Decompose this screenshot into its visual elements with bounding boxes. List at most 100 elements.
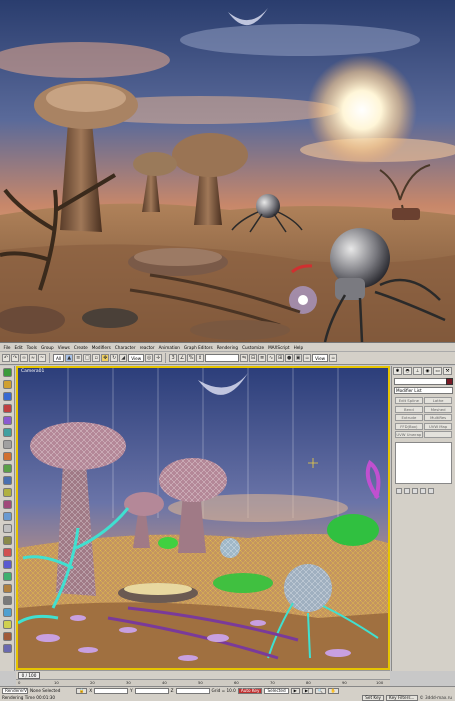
modifier-button[interactable]: MultiRes	[424, 414, 452, 421]
object-name-field[interactable]	[394, 378, 453, 385]
tool-icon[interactable]	[3, 644, 12, 653]
modifier-button[interactable]: Extrude	[395, 414, 423, 421]
menu-help[interactable]: Help	[292, 345, 305, 350]
menu-reactor[interactable]: reactor	[138, 345, 156, 350]
tool-icon[interactable]	[3, 368, 12, 377]
link-icon[interactable]: ∞	[20, 354, 28, 362]
next-frame-icon[interactable]: ▶|	[302, 688, 313, 694]
selection-filter-dropdown[interactable]: All	[53, 354, 64, 362]
pan-icon[interactable]: ✋	[328, 688, 339, 694]
window-crossing-icon[interactable]: ▫	[92, 354, 100, 362]
maxscript-listener[interactable]: RendererV	[2, 688, 28, 694]
configure-sets-icon[interactable]	[428, 488, 434, 494]
move-icon[interactable]: ✥	[101, 354, 109, 362]
tool-icon[interactable]	[3, 536, 12, 545]
modifier-list-dropdown[interactable]: Modifier List	[394, 387, 453, 394]
material-editor-icon[interactable]: ●	[285, 354, 293, 362]
mirror-icon[interactable]: ⇋	[240, 354, 248, 362]
curve-editor-icon[interactable]: ∿	[267, 354, 275, 362]
viewport-dropdown[interactable]: View	[312, 354, 328, 362]
camera-viewport[interactable]: Camera01	[16, 366, 390, 670]
menu-group[interactable]: Group	[39, 345, 55, 350]
reference-coord-dropdown[interactable]: View	[128, 354, 144, 362]
render-last-icon[interactable]: ☕	[329, 354, 337, 362]
undo-icon[interactable]: ↶	[2, 354, 10, 362]
modifier-button[interactable]: Edit Spline	[395, 397, 423, 404]
tool-icon[interactable]	[3, 572, 12, 581]
align-icon[interactable]: ⊟	[249, 354, 257, 362]
menu-modifiers[interactable]: Modifiers	[90, 345, 112, 350]
menu-create[interactable]: Create	[72, 345, 89, 350]
menu-customize[interactable]: Customize	[241, 345, 266, 350]
menu-character[interactable]: Character	[113, 345, 137, 350]
hierarchy-tab-icon[interactable]: ⊥	[413, 367, 422, 375]
tool-icon[interactable]	[3, 380, 12, 389]
tool-icon[interactable]	[3, 476, 12, 485]
angle-snap-icon[interactable]: ∠	[178, 354, 186, 362]
menu-graph-editors[interactable]: Graph Editors	[182, 345, 214, 350]
make-unique-icon[interactable]	[412, 488, 418, 494]
tool-icon[interactable]	[3, 608, 12, 617]
selected-dropdown[interactable]: Selected	[264, 688, 288, 694]
schematic-view-icon[interactable]: ⊞	[276, 354, 284, 362]
bind-icon[interactable]: ~	[38, 354, 46, 362]
y-coordinate-field[interactable]	[135, 688, 169, 694]
rotate-icon[interactable]: ↻	[110, 354, 118, 362]
modify-tab-icon[interactable]: ◓	[403, 367, 412, 375]
tool-icon[interactable]	[3, 524, 12, 533]
tool-icon[interactable]	[3, 512, 12, 521]
motion-tab-icon[interactable]: ◉	[423, 367, 432, 375]
quick-render-icon[interactable]: ☕	[303, 354, 311, 362]
tool-icon[interactable]	[3, 632, 12, 641]
select-by-name-icon[interactable]: ≡	[74, 354, 82, 362]
remove-modifier-icon[interactable]	[420, 488, 426, 494]
menu-maxscript[interactable]: MAXScript	[267, 345, 292, 350]
display-tab-icon[interactable]: ▭	[433, 367, 442, 375]
tool-icon[interactable]	[3, 488, 12, 497]
spinner-snap-icon[interactable]: ⇕	[196, 354, 204, 362]
modifier-button[interactable]: UVW Unwrap	[395, 431, 423, 438]
tool-icon[interactable]	[3, 620, 12, 629]
tool-icon[interactable]	[3, 428, 12, 437]
select-object-icon[interactable]: ▲	[65, 354, 73, 362]
modifier-stack[interactable]	[395, 442, 452, 484]
time-slider-thumb[interactable]: 0 / 100	[18, 672, 40, 679]
menu-file[interactable]: File	[2, 345, 12, 350]
object-color-swatch[interactable]	[446, 378, 453, 385]
tool-icon[interactable]	[3, 440, 12, 449]
menu-tools[interactable]: Tools	[25, 345, 38, 350]
tool-icon[interactable]	[3, 596, 12, 605]
named-selection-field[interactable]	[205, 354, 239, 362]
utilities-tab-icon[interactable]: ⚒	[443, 367, 452, 375]
render-setup-icon[interactable]: ▣	[294, 354, 302, 362]
z-coordinate-field[interactable]	[176, 688, 210, 694]
rect-select-icon[interactable]: □	[83, 354, 91, 362]
pin-stack-icon[interactable]	[396, 488, 402, 494]
tool-icon[interactable]	[3, 560, 12, 569]
modifier-button[interactable]: Bend	[395, 406, 423, 413]
modifier-button[interactable]: UVW Map	[424, 423, 452, 430]
create-tab-icon[interactable]: ✱	[393, 367, 402, 375]
menu-animation[interactable]: Animation	[157, 345, 181, 350]
time-slider[interactable]: 0 / 100	[16, 670, 390, 679]
x-coordinate-field[interactable]	[94, 688, 128, 694]
lock-selection-icon[interactable]: 🔒	[76, 688, 87, 694]
track-bar[interactable]: 0 10 20 30 40 50 60 70 80 90 100	[16, 679, 390, 686]
pivot-icon[interactable]: ◎	[145, 354, 153, 362]
modifier-button[interactable]: Meshed	[424, 406, 452, 413]
menu-views[interactable]: Views	[56, 345, 71, 350]
unlink-icon[interactable]: ≈	[29, 354, 37, 362]
snap-icon[interactable]: 3	[169, 354, 177, 362]
menu-edit[interactable]: Edit	[13, 345, 24, 350]
tool-icon[interactable]	[3, 416, 12, 425]
percent-snap-icon[interactable]: %	[187, 354, 195, 362]
manipulate-icon[interactable]: ✛	[154, 354, 162, 362]
menu-rendering[interactable]: Rendering	[215, 345, 239, 350]
show-end-result-icon[interactable]	[404, 488, 410, 494]
tool-icon[interactable]	[3, 452, 12, 461]
layer-manager-icon[interactable]: ≣	[258, 354, 266, 362]
scale-icon[interactable]: ◢	[119, 354, 127, 362]
zoom-icon[interactable]: 🔍	[315, 688, 326, 694]
tool-icon[interactable]	[3, 584, 12, 593]
viewport-label[interactable]: Camera01	[21, 369, 44, 374]
